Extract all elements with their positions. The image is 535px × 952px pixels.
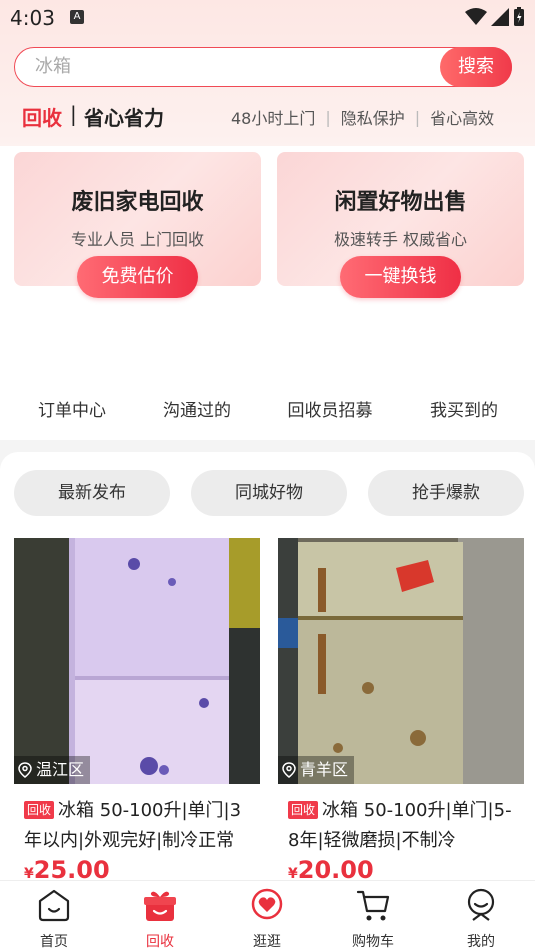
location-pin-icon xyxy=(18,762,32,778)
nav-label: 回收 xyxy=(146,934,174,950)
feature-item: 隐私保护 xyxy=(340,109,405,128)
status-bar: 4:03 A xyxy=(0,0,535,36)
quick-nav-orders[interactable]: 订单中心 xyxy=(12,396,132,421)
location-badge: 温江区 xyxy=(14,756,91,784)
slogan-row: 回收 | 省心省力 48小时上门 | 隐私保护 | 省心高效 xyxy=(22,102,522,130)
quick-nav-purchased[interactable]: 我买到的 xyxy=(404,396,524,421)
feature-item: 省心高效 xyxy=(430,109,495,128)
search-button[interactable]: 搜索 xyxy=(440,47,512,87)
fridge-photo xyxy=(278,538,524,784)
product-image xyxy=(14,538,260,784)
nav-label: 购物车 xyxy=(352,934,394,950)
promo-subtitle: 极速转手 权威省心 xyxy=(333,230,468,249)
nav-browse[interactable]: 逛逛 xyxy=(227,887,307,951)
signal-icon xyxy=(491,8,509,26)
product-title-text: 冰箱 50-100升|单门|5-8年|轻微磨损|不制冷 xyxy=(288,800,512,851)
fridge-photo xyxy=(14,538,260,784)
filter-local[interactable]: 同城好物 xyxy=(191,470,347,516)
nav-label: 逛逛 xyxy=(253,934,281,950)
quick-nav-recruit[interactable]: 回收员招募 xyxy=(270,396,390,421)
promo-subtitle: 专业人员 上门回收 xyxy=(70,230,205,249)
search-input[interactable] xyxy=(15,48,435,85)
product-card[interactable]: 青羊区 回收 冰箱 50-100升|单门|5-8年|轻微磨损|不制冷 ¥20.00 xyxy=(278,538,524,884)
product-image xyxy=(278,538,524,784)
recycle-tag: 回收 xyxy=(288,801,319,819)
filter-hot[interactable]: 抢手爆款 xyxy=(368,470,524,516)
promo-title: 闲置好物出售 xyxy=(334,190,467,215)
product-feed: 最新发布 同城好物 抢手爆款 温江区 回收 冰箱 50-100升|单门|3年以内… xyxy=(0,452,535,952)
nav-home[interactable]: 首页 xyxy=(14,887,94,951)
slogan-tagline: 省心省力 xyxy=(84,106,164,130)
quick-nav-chats[interactable]: 沟通过的 xyxy=(137,396,257,421)
slogan-highlight: 回收 xyxy=(22,106,62,130)
sell-now-button[interactable]: 一键换钱 xyxy=(340,256,461,298)
cart-icon xyxy=(356,890,390,921)
nav-label: 我的 xyxy=(467,934,495,950)
home-face-icon xyxy=(38,889,70,922)
feature-list: 48小时上门 | 隐私保护 | 省心高效 xyxy=(231,105,494,129)
product-title: 回收 冰箱 50-100升|单门|5-8年|轻微磨损|不制冷 xyxy=(288,796,522,856)
heart-bubble-icon xyxy=(251,888,283,920)
status-time: 4:03 xyxy=(10,6,55,30)
bottom-nav: 首页 回收 逛逛 购物车 我的 xyxy=(0,880,535,952)
wifi-icon xyxy=(465,8,487,25)
promo-section: 废旧家电回收 专业人员 上门回收 免费估价 闲置好物出售 极速转手 权威省心 一… xyxy=(0,146,535,436)
free-estimate-button[interactable]: 免费估价 xyxy=(77,256,198,298)
quick-nav: 订单中心 沟通过的 回收员招募 我买到的 xyxy=(0,396,535,421)
product-title: 回收 冰箱 50-100升|单门|3年以内|外观完好|制冷正常 xyxy=(24,796,258,856)
recycle-tag: 回收 xyxy=(24,801,55,819)
nav-recycle[interactable]: 回收 xyxy=(120,887,200,951)
promo-card-sell[interactable]: 闲置好物出售 极速转手 权威省心 一键换钱 xyxy=(277,152,524,298)
battery-icon xyxy=(514,7,524,26)
feature-divider: | xyxy=(325,107,331,127)
gift-box-icon xyxy=(144,891,176,921)
product-title-text: 冰箱 50-100升|单门|3年以内|外观完好|制冷正常 xyxy=(24,800,242,851)
location-badge: 青羊区 xyxy=(278,756,355,784)
location-text: 温江区 xyxy=(36,760,85,779)
location-text: 青羊区 xyxy=(300,760,349,779)
nav-cart[interactable]: 购物车 xyxy=(333,887,413,951)
filter-latest[interactable]: 最新发布 xyxy=(14,470,170,516)
user-smile-icon xyxy=(467,888,495,921)
slogan-separator: | xyxy=(70,102,77,126)
status-icons xyxy=(465,7,525,27)
nav-me[interactable]: 我的 xyxy=(441,887,521,951)
feature-item: 48小时上门 xyxy=(231,109,316,128)
product-card[interactable]: 温江区 回收 冰箱 50-100升|单门|3年以内|外观完好|制冷正常 ¥25.0… xyxy=(14,538,260,884)
search-bar: 搜索 xyxy=(14,47,512,87)
promo-card-recycle[interactable]: 废旧家电回收 专业人员 上门回收 免费估价 xyxy=(14,152,261,298)
feature-divider: | xyxy=(414,107,421,127)
promo-title: 废旧家电回收 xyxy=(71,190,204,215)
location-pin-icon xyxy=(282,762,296,778)
recycle-page: 4:03 A 搜索 回收 | 省心省力 48小时上门 | 隐私保护 | 省心高效… xyxy=(0,0,535,952)
nav-label: 首页 xyxy=(40,934,68,950)
notification-icon: A xyxy=(70,10,84,24)
